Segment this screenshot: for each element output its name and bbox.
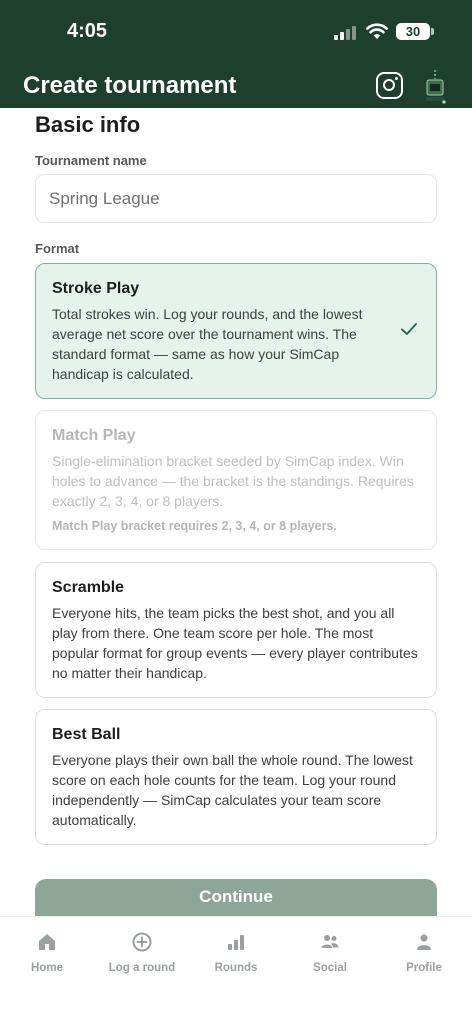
cellular-signal-icon [334, 26, 360, 40]
battery-icon: 30 [396, 23, 430, 40]
device-icon[interactable] [424, 70, 446, 104]
tab-label: Rounds [214, 962, 258, 974]
continue-button[interactable]: Continue [35, 879, 437, 916]
format-option-stroke-play[interactable]: Stroke Play Total strokes win. Log your … [35, 263, 437, 399]
status-time: 4:05 [67, 20, 108, 42]
tournament-name-input[interactable] [35, 174, 437, 223]
format-label: Format [35, 241, 80, 256]
tab-home[interactable]: Home [0, 917, 94, 997]
format-option-match-play: Match Play Single-elimination bracket se… [35, 410, 437, 550]
format-description: Single-elimination bracket seeded by Sim… [52, 453, 414, 509]
status-bar: 4:05 30 [0, 0, 472, 62]
battery-tip [431, 28, 434, 35]
people-icon [321, 935, 339, 948]
section-title: Basic info [35, 112, 141, 137]
tab-profile[interactable]: Profile [377, 917, 471, 997]
tab-label: Log a round [108, 962, 176, 974]
tab-rounds[interactable]: Rounds [189, 917, 283, 997]
tab-log-a-round[interactable]: Log a round [95, 917, 189, 997]
format-title: Stroke Play [52, 280, 140, 297]
tab-social[interactable]: Social [283, 917, 377, 997]
plus-circle-icon [132, 932, 152, 952]
home-icon [39, 934, 55, 950]
bottom-tab-bar: Home Log a round Rounds Social Profile [0, 916, 472, 1024]
tab-label: Social [313, 962, 347, 974]
format-option-scramble[interactable]: Scramble Everyone hits, the team picks t… [35, 562, 437, 698]
tournament-name-label: Tournament name [35, 153, 147, 168]
checkmark-icon [401, 323, 417, 335]
format-description: Everyone hits, the team picks the best s… [52, 605, 418, 681]
format-title: Scramble [52, 579, 125, 596]
format-title: Best Ball [52, 726, 121, 743]
form-content[interactable]: Basic info Tournament name Format Stroke… [0, 108, 472, 916]
instagram-icon[interactable] [376, 72, 403, 99]
tab-label: Home [31, 962, 63, 974]
format-disabled-note: Match Play bracket requires 2, 3, 4, or … [52, 519, 337, 533]
app-bar: Create tournament [0, 62, 472, 108]
format-option-best-ball[interactable]: Best Ball Everyone plays their own ball … [35, 709, 437, 845]
format-description: Total strokes win. Log your rounds, and … [52, 306, 363, 382]
format-description: Everyone plays their own ball the whole … [52, 752, 413, 828]
person-icon [417, 934, 431, 950]
tab-label: Profile [406, 962, 442, 974]
page-title: Create tournament [23, 72, 237, 99]
bar-chart-icon [228, 935, 244, 950]
format-title: Match Play [52, 427, 136, 444]
wifi-icon [366, 23, 388, 39]
